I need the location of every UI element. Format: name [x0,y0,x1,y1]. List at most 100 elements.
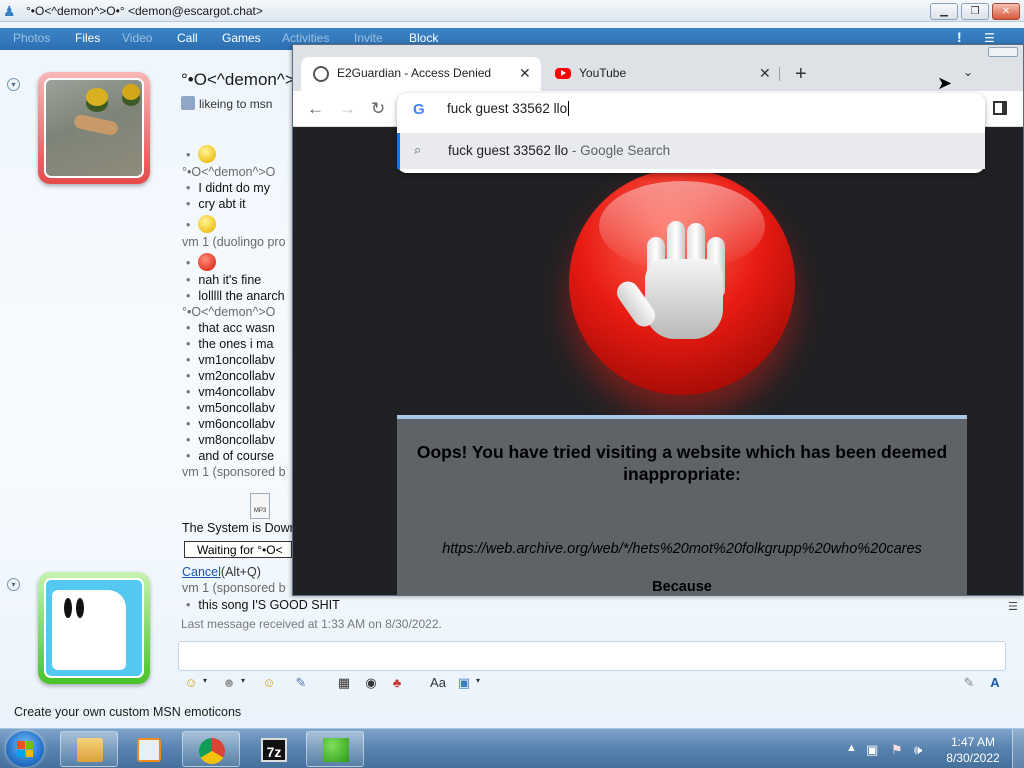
tab-title: YouTube [579,66,627,80]
block-reason-heading: Because [652,579,712,595]
tab-search-icon[interactable]: ⌄ [963,65,973,79]
taskbar-explorer[interactable] [60,731,118,767]
chrome-window: E2Guardian - Access Denied ✕ YouTube ✕ +… [292,44,1024,596]
taskbar-chrome[interactable] [182,731,240,767]
text-mode-icon[interactable]: A [986,674,1004,692]
action-center-icon[interactable]: ⚑ [891,742,903,758]
tab-strip: E2Guardian - Access Denied ✕ YouTube ✕ +… [293,45,1023,93]
alert-icon[interactable]: ! [957,29,962,45]
emoticon-dropdown-icon[interactable]: ▾ [203,676,207,685]
system-clock[interactable]: 1:47 AM 8/30/2022 [945,734,1001,766]
youtube-icon [555,68,571,79]
start-button[interactable] [6,731,44,767]
message-text: vm4oncollabv [186,385,274,399]
clock-time: 1:47 AM [950,735,996,749]
menu-video[interactable]: Video [122,31,152,45]
taskbar-media-player[interactable] [120,731,178,767]
contact-photo [44,78,144,178]
chrome-icon [199,738,225,764]
menu-block[interactable]: Block [409,31,438,45]
show-desktop-button[interactable] [1012,729,1024,768]
message-text: vm5oncollabv [186,401,274,415]
wink-dropdown-icon[interactable]: ▾ [241,676,245,685]
menu-call[interactable]: Call [177,31,198,45]
file-transfer-name: The System is Down [182,521,297,535]
cancel-transfer-link[interactable]: Cancel(Alt+Q) [182,565,261,579]
menu-invite[interactable]: Invite [354,31,383,45]
message-sender: °•O<^demon^>O [182,305,276,319]
reload-icon[interactable]: ↻ [371,99,385,119]
network-icon[interactable]: ▣ [866,742,878,758]
message-text: and of course [186,449,274,463]
message-text: nah it's fine [186,273,261,287]
music-status-icon [181,96,195,110]
message-text: lolllll the anarch [186,289,284,303]
address-bar-input[interactable]: fuck guest 33562 llo [447,101,569,116]
nudge-icon[interactable]: ☺ [260,674,278,692]
emoticon-icon[interactable]: ☺ [182,674,200,692]
tab-access-denied[interactable]: E2Guardian - Access Denied ✕ [301,57,541,91]
clock-date: 8/30/2022 [946,751,1000,765]
close-button[interactable]: ✕ [992,3,1020,20]
side-panel-icon[interactable] [993,101,1007,115]
voice-clip-icon[interactable]: ✎ [292,674,310,692]
omnibox-dropdown: G fuck guest 33562 llo ⌕ fuck guest 3356… [397,93,985,173]
menu-photos[interactable]: Photos [13,31,50,45]
games-icon[interactable]: ♣ [388,674,406,692]
message-text: vm6oncollabv [186,417,274,431]
emoticon-message [186,145,217,163]
emoticon-promo-link[interactable]: Create your own custom MSN emoticons [14,705,241,719]
wink-icon[interactable]: ☻ [220,674,238,692]
tab-title: E2Guardian - Access Denied [337,66,492,80]
share-icon[interactable]: ▣ [455,674,473,692]
blocked-url: https://web.archive.org/web/*/hets%20mot… [442,541,922,557]
background-icon[interactable]: ▦ [335,674,353,692]
self-avatar[interactable] [38,572,150,684]
close-tab-icon[interactable]: ✕ [519,65,531,82]
taskbar: 7z ▲ ▣ ⚑ 🕪 1:47 AM 8/30/2022 [0,728,1024,768]
taskbar-7zip[interactable]: 7z [244,731,302,767]
contact-avatar[interactable] [38,72,150,184]
handwriting-icon[interactable]: ✎ [960,674,978,692]
webcam-icon[interactable]: ◉ [362,674,380,692]
volume-icon[interactable]: 🕪 [914,742,922,758]
show-hidden-icons[interactable]: ▲ [846,742,857,754]
media-player-icon [137,738,161,762]
collapse-self-icon[interactable]: ▾ [7,578,20,591]
search-suggestion[interactable]: ⌕ fuck guest 33562 llo - Google Search [397,133,985,169]
menu-files[interactable]: Files [75,31,100,45]
back-icon[interactable]: ← [307,99,324,119]
msn-window-title: °•O<^demon^>O•° <demon@escargot.chat> [26,4,263,18]
maximize-button[interactable]: ❐ [961,3,989,20]
globe-icon [313,66,329,82]
tab-youtube[interactable]: YouTube ✕ [543,57,773,91]
block-title: Oops! You have tried visiting a website … [416,442,948,484]
minimize-button[interactable]: ▁ [930,3,958,20]
font-icon[interactable]: Aa [429,674,447,692]
menu-activities[interactable]: Activities [282,31,329,45]
suggestion-query: fuck guest 33562 llo [448,143,569,158]
windows-logo-icon [17,741,33,757]
msn-titlebar: ♟ °•O<^demon^>O•° <demon@escargot.chat> … [0,0,1024,22]
message-sender: °•O<^demon^>O [182,165,276,179]
emoticon-message [186,253,217,271]
collapse-contact-icon[interactable]: ▾ [7,78,20,91]
message-sender: vm 1 (sponsored b [182,465,286,479]
restore-mini-button[interactable] [988,47,1018,57]
7zip-icon: 7z [261,738,287,762]
close-tab-icon[interactable]: ✕ [759,65,771,82]
taskbar-msn[interactable] [306,731,364,767]
splitter-handle[interactable]: ☰ [1008,600,1018,613]
mp3-file-icon[interactable]: MP3 [250,493,270,519]
message-sender: vm 1 (duolingo pro [182,235,286,249]
menu-games[interactable]: Games [222,31,261,45]
new-tab-icon[interactable]: + [795,63,807,86]
menu-icon[interactable]: ☰ [984,31,995,45]
message-compose-input[interactable] [178,641,1006,671]
forward-icon[interactable]: → [339,99,356,119]
message-text: vm8oncollabv [186,433,274,447]
share-dropdown-icon[interactable]: ▾ [476,676,480,685]
message-text: cry abt it [186,197,245,211]
smiley-emoticon-icon [198,145,217,163]
message-text: vm2oncollabv [186,369,274,383]
